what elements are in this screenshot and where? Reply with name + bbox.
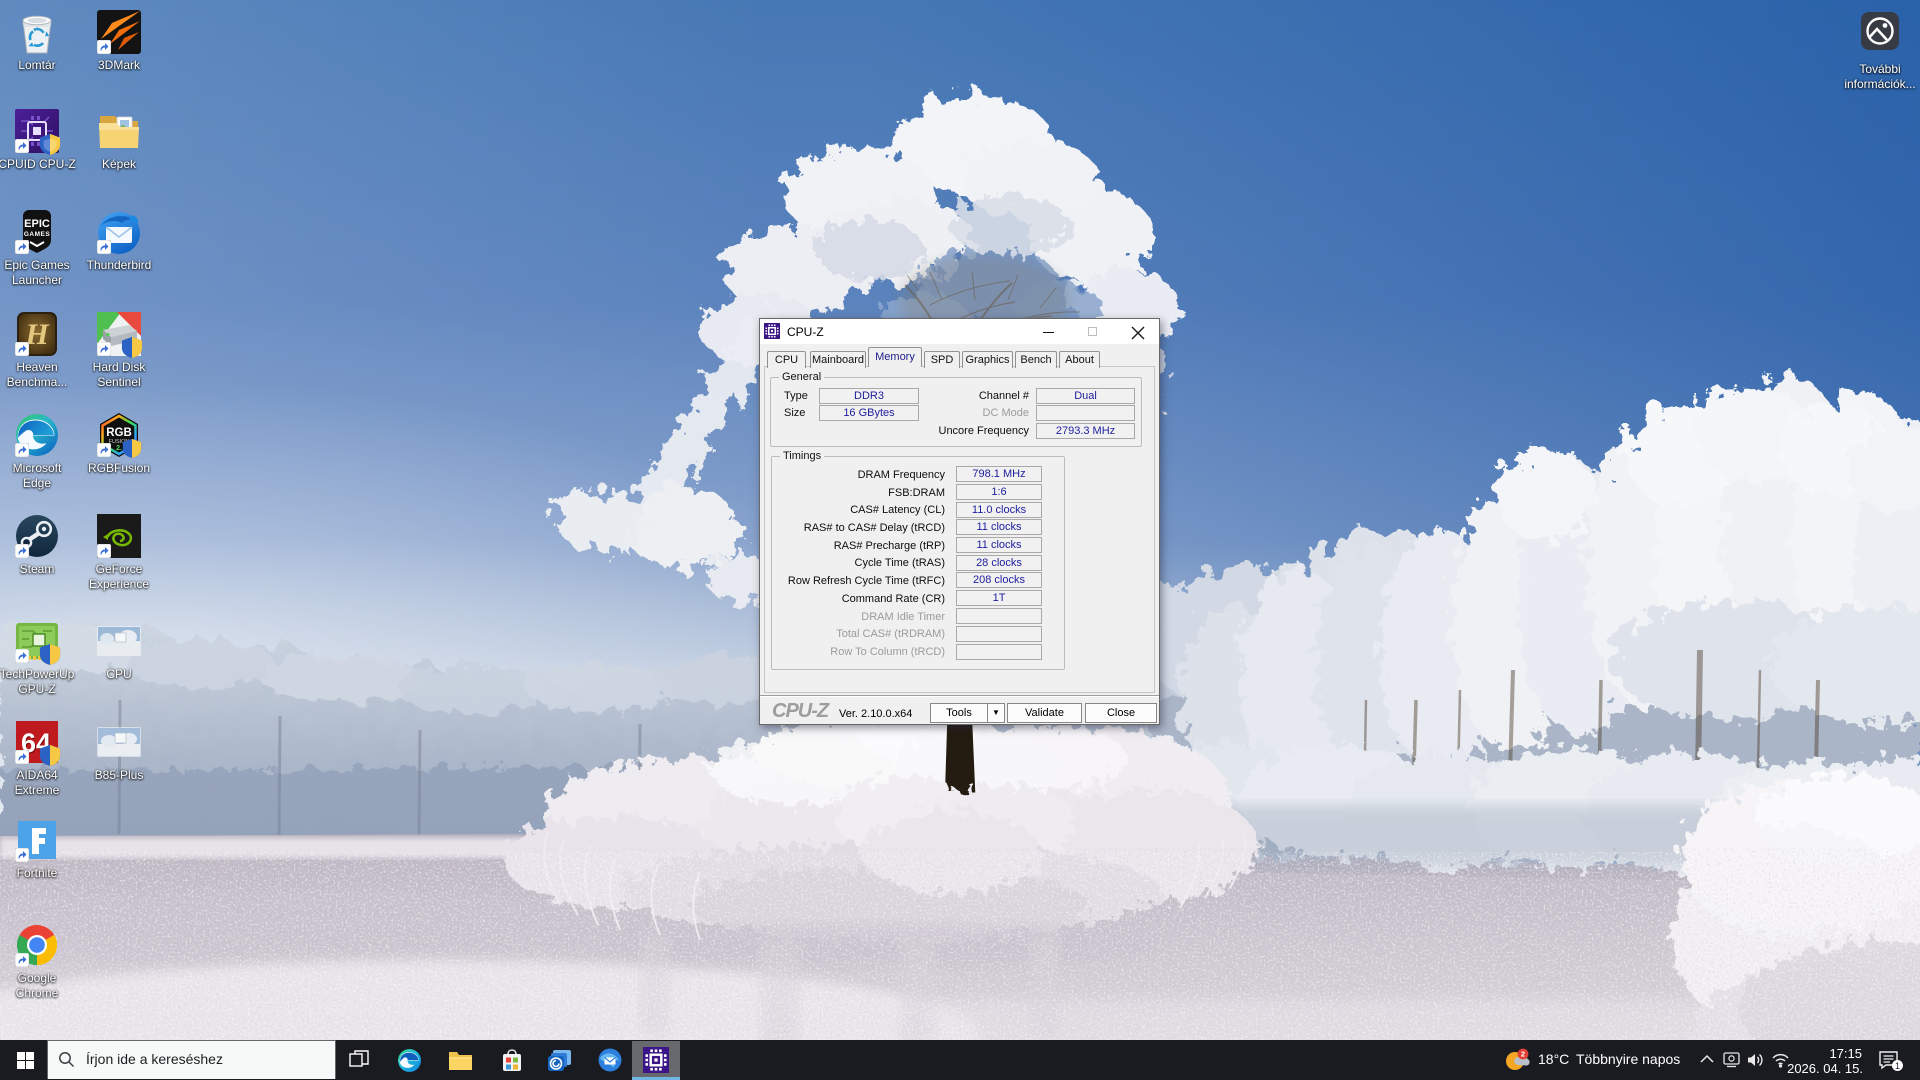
svg-text:EPIC: EPIC bbox=[24, 218, 50, 230]
svg-text:1: 1 bbox=[1895, 1061, 1900, 1071]
svg-text:GAMES: GAMES bbox=[24, 231, 51, 238]
svg-text:2: 2 bbox=[1521, 1049, 1525, 1058]
